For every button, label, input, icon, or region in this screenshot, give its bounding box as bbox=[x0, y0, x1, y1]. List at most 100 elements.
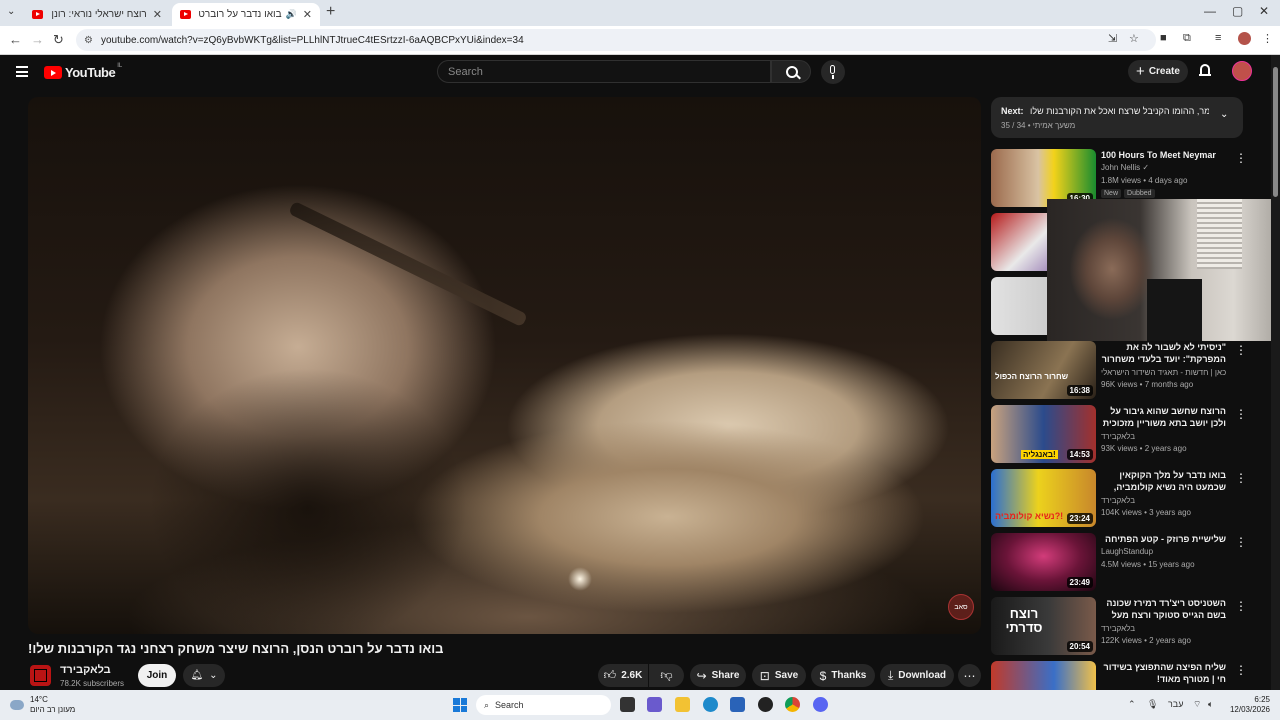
share-button[interactable]: ↪ Share bbox=[690, 664, 746, 687]
like-count: 2.6K bbox=[621, 670, 643, 681]
url-text: youtube.com/watch?v=zQ6yBvbWKTg&list=PLL… bbox=[100, 34, 524, 46]
chevron-down-icon[interactable]: ⌄ bbox=[1220, 109, 1228, 120]
recommendation-title: 100 Hours To Meet Neymar bbox=[1101, 150, 1216, 160]
channel-watermark[interactable]: סאב bbox=[948, 594, 974, 620]
reload-icon[interactable]: ↻ bbox=[53, 32, 64, 48]
create-button[interactable]: + Create bbox=[1128, 60, 1188, 83]
language-indicator[interactable]: עבר bbox=[1168, 699, 1183, 709]
youtube-favicon-icon bbox=[180, 10, 191, 19]
tab-title: רוצח ישראלי נוראי: רונן פיזם הלל bbox=[50, 9, 147, 20]
tab-search-icon[interactable]: ⌄ bbox=[7, 6, 15, 17]
video-thumbnail[interactable]: באנגליה! 14:53 bbox=[991, 405, 1096, 463]
extension-icon[interactable]: ■ bbox=[1160, 32, 1167, 44]
channel-name[interactable]: בלאקבירד bbox=[60, 664, 111, 676]
recommendation-item[interactable]: נשיא קולומביה?! 23:24 בואו נדבר על מלך ה… bbox=[991, 469, 1247, 527]
app-icon[interactable] bbox=[758, 697, 773, 712]
video-thumbnail[interactable]: שחרור הרוצח הכפול 16:38 bbox=[991, 341, 1096, 399]
search-input[interactable]: Search bbox=[437, 60, 771, 83]
recommendation-title: בואו נדבר על מלך הקוקאין שכמעט היה נשיא … bbox=[1113, 470, 1226, 492]
chrome-icon[interactable] bbox=[785, 697, 800, 712]
bell-icon: 🔔︎ bbox=[190, 670, 204, 681]
recommendation-item[interactable]: 23:49 שלישיית פרוזק - קטע הפתיחה LaughSt… bbox=[991, 533, 1247, 591]
video-thumbnail[interactable] bbox=[991, 661, 1096, 690]
store-icon[interactable] bbox=[730, 697, 745, 712]
more-options-icon[interactable]: ⋮ bbox=[1235, 535, 1247, 549]
volume-icon[interactable]: 🔈︎ bbox=[1208, 699, 1213, 710]
playlist-panel[interactable]: Next: דאהמר, ההומו הקניבל שרצח ואכל את ה… bbox=[991, 97, 1243, 138]
more-actions-button[interactable]: ⋯ bbox=[958, 664, 981, 687]
save-label: Save bbox=[774, 670, 799, 681]
recommendation-item[interactable]: שליח הפיצה שהתפוצץ בשידור חי | מטורף מאו… bbox=[991, 661, 1243, 690]
subscription-bell-button[interactable]: 🔔︎ ⌄ bbox=[183, 664, 225, 687]
browser-menu-icon[interactable]: ⋮ bbox=[1262, 32, 1273, 45]
teams-icon[interactable] bbox=[647, 697, 662, 712]
create-label: Create bbox=[1148, 66, 1180, 77]
site-info-icon[interactable]: ⚙ bbox=[84, 35, 93, 46]
channel-avatar[interactable] bbox=[30, 665, 51, 686]
browser-tab-inactive[interactable]: רוצח ישראלי נוראי: רונן פיזם הלל ✕ bbox=[24, 3, 170, 26]
file-explorer-icon[interactable] bbox=[675, 697, 690, 712]
account-avatar[interactable] bbox=[1232, 61, 1252, 81]
recommendation-item[interactable]: באנגליה! 14:53 הרוצח שחשב שהוא גיבור על … bbox=[991, 405, 1247, 463]
join-button[interactable]: Join bbox=[138, 664, 176, 687]
recommendation-item[interactable]: שחרור הרוצח הכפול 16:38 "ניסיתי לא לשבור… bbox=[991, 341, 1247, 399]
close-tab-icon[interactable]: ✕ bbox=[303, 8, 312, 21]
minimize-icon[interactable]: — bbox=[1204, 4, 1216, 18]
video-thumbnail[interactable]: 23:49 bbox=[991, 533, 1096, 591]
search-button[interactable] bbox=[771, 60, 811, 83]
video-thumbnail[interactable]: רוצח סדרתי 20:54 bbox=[991, 597, 1096, 655]
more-options-icon[interactable]: ⋮ bbox=[1235, 343, 1247, 357]
dislike-button[interactable]: 👎︎ bbox=[649, 664, 684, 687]
download-button[interactable]: ⤓ Download bbox=[880, 664, 954, 687]
page-scrollbar[interactable] bbox=[1271, 55, 1280, 690]
task-view-icon[interactable] bbox=[620, 697, 635, 712]
more-options-icon[interactable]: ⋮ bbox=[1235, 663, 1243, 677]
monitor-shape bbox=[1147, 279, 1202, 341]
menu-icon[interactable] bbox=[16, 66, 28, 77]
scrollbar-thumb[interactable] bbox=[1273, 67, 1278, 197]
puzzle-icon[interactable]: ⧉ bbox=[1183, 32, 1191, 45]
back-icon[interactable]: ← bbox=[9, 32, 22, 47]
tray-chevron-icon[interactable]: ⌃ bbox=[1128, 699, 1136, 710]
video-duration: 16:38 bbox=[1066, 385, 1093, 396]
youtube-logo[interactable]: YouTube IL bbox=[44, 62, 123, 80]
video-player[interactable] bbox=[28, 97, 981, 634]
voice-search-icon[interactable] bbox=[821, 60, 845, 84]
address-bar[interactable]: ⚙ youtube.com/watch?v=zQ6yBvbWKTg&list=P… bbox=[76, 29, 1156, 51]
clock-date: 12/03/2026 bbox=[1229, 705, 1270, 714]
browser-profile-icon[interactable] bbox=[1238, 32, 1251, 45]
system-clock[interactable]: 6:25 12/03/2026 bbox=[1222, 695, 1270, 715]
weather-description: מעונן רב היום bbox=[30, 705, 76, 714]
media-control-icon[interactable]: ≡ bbox=[1215, 32, 1221, 44]
weather-widget[interactable]: 14°C מעונן רב היום bbox=[10, 695, 75, 715]
discord-icon[interactable] bbox=[813, 697, 828, 712]
video-duration: 14:53 bbox=[1066, 449, 1093, 460]
edge-icon[interactable] bbox=[703, 697, 718, 712]
maximize-icon[interactable]: ▢ bbox=[1232, 4, 1243, 18]
more-options-icon[interactable]: ⋮ bbox=[1235, 599, 1247, 613]
notifications-icon[interactable] bbox=[1199, 64, 1211, 76]
video-thumbnail[interactable]: נשיא קולומביה?! 23:24 bbox=[991, 469, 1096, 527]
bookmark-star-icon[interactable]: ☆ bbox=[1129, 32, 1139, 45]
microphone-icon[interactable]: 🎙︎ bbox=[1147, 699, 1158, 710]
install-app-icon[interactable]: ⇲ bbox=[1108, 32, 1117, 45]
taskbar-search[interactable]: ⌕ Search bbox=[476, 695, 611, 715]
more-options-icon[interactable]: ⋮ bbox=[1235, 471, 1247, 485]
close-tab-icon[interactable]: ✕ bbox=[153, 8, 162, 21]
more-options-icon[interactable]: ⋮ bbox=[1235, 151, 1247, 165]
thumbnail-caption: רוצח סדרתי bbox=[1005, 606, 1043, 635]
wifi-icon[interactable]: ⌔ bbox=[1193, 699, 1201, 710]
save-button[interactable]: ⊡ Save bbox=[752, 664, 806, 687]
speaker-icon[interactable]: 🔊 bbox=[286, 9, 297, 20]
like-button[interactable]: 👍︎ 2.6K bbox=[598, 664, 648, 687]
thanks-button[interactable]: $ Thanks bbox=[811, 664, 875, 687]
recommendation-title: שלישיית פרוזק - קטע הפתיחה bbox=[1105, 534, 1226, 544]
windows-start-icon[interactable] bbox=[453, 698, 467, 712]
close-window-icon[interactable]: ✕ bbox=[1259, 4, 1269, 18]
new-tab-icon[interactable]: + bbox=[326, 3, 335, 21]
recommendation-item[interactable]: רוצח סדרתי 20:54 השטניסט ריצ'רד רמירז שכ… bbox=[991, 597, 1247, 655]
more-options-icon[interactable]: ⋮ bbox=[1235, 407, 1247, 421]
logo-country: IL bbox=[117, 62, 123, 69]
forward-icon[interactable]: → bbox=[31, 32, 44, 47]
browser-tab-active[interactable]: בואו נדבר על רוברט הנסן, ה 🔊 ✕ bbox=[172, 3, 320, 26]
